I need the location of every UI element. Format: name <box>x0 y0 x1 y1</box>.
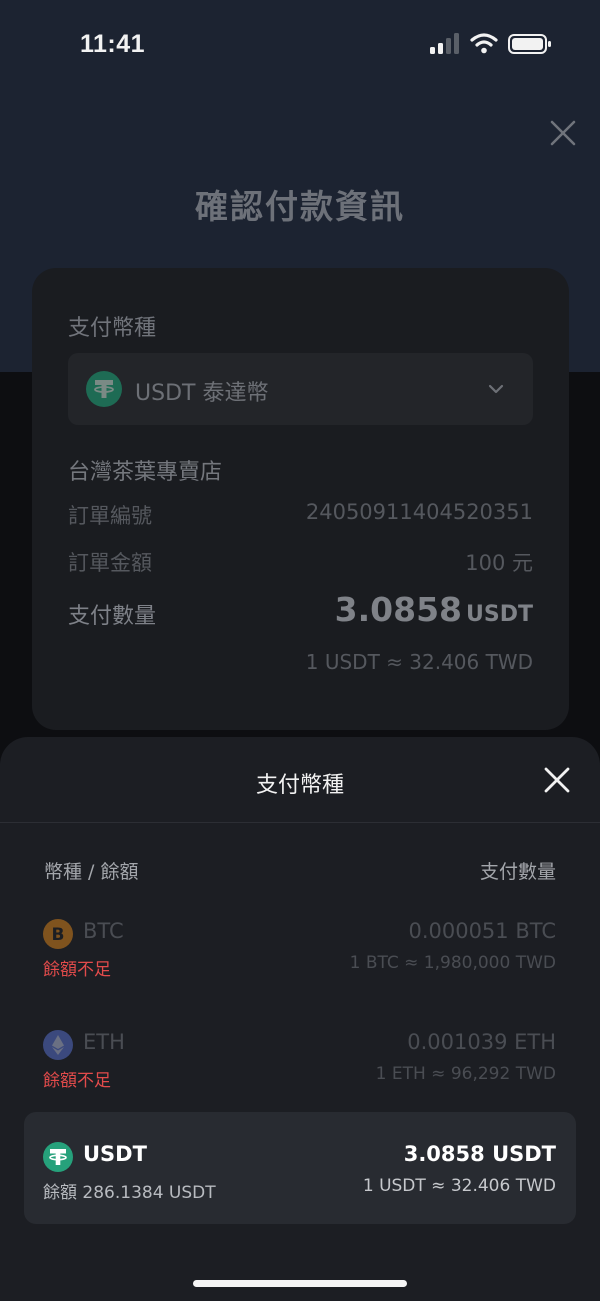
coin-rate: 1 ETH ≈ 96,292 TWD <box>375 1064 556 1084</box>
exchange-rate: 1 USDT ≈ 32.406 TWD <box>305 650 533 674</box>
coin-option-usdt[interactable]: USDT 餘額 286.1384 USDT 3.0858 USDT 1 USDT… <box>24 1112 576 1224</box>
order-number-label: 訂單編號 <box>68 504 152 528</box>
page-title: 確認付款資訊 <box>195 187 405 226</box>
insufficient-balance-label: 餘額不足 <box>43 960 111 980</box>
home-indicator[interactable] <box>193 1280 407 1287</box>
coin-name: USDT <box>83 1142 147 1166</box>
tether-icon <box>43 1142 73 1172</box>
coin-rate: 1 BTC ≈ 1,980,000 TWD <box>349 953 556 973</box>
bitcoin-icon: B <box>43 919 73 949</box>
close-icon[interactable] <box>542 765 572 795</box>
coin-balance: 餘額 286.1384 USDT <box>43 1183 216 1203</box>
pay-quantity-number: 3.0858 <box>334 590 463 629</box>
coin-option-btc[interactable]: B BTC 餘額不足 0.000051 BTC 1 BTC ≈ 1,980,00… <box>24 889 576 1001</box>
coin-rate: 1 USDT ≈ 32.406 TWD <box>362 1176 556 1196</box>
column-header-currency: 幣種 / 餘額 <box>44 861 139 883</box>
coin-option-eth[interactable]: ETH 餘額不足 0.001039 ETH 1 ETH ≈ 96,292 TWD <box>24 1000 576 1112</box>
order-amount-value: 100 元 <box>465 551 533 575</box>
battery-icon <box>508 34 551 54</box>
payment-info-card: 支付幣種 USDT 泰達幣 台灣茶葉專賣店 訂單編號 2405091140452… <box>32 268 569 730</box>
divider <box>0 822 600 823</box>
column-header-quantity: 支付數量 <box>479 861 556 883</box>
insufficient-balance-label: 餘額不足 <box>43 1071 111 1091</box>
coin-name: BTC <box>83 919 124 943</box>
wifi-icon <box>470 33 498 54</box>
coin-name: ETH <box>83 1030 125 1054</box>
pay-quantity-unit: USDT <box>466 602 533 627</box>
currency-select-value: USDT 泰達幣 <box>135 381 269 406</box>
chevron-down-icon <box>488 384 504 394</box>
tether-icon <box>86 371 122 407</box>
order-number-value: 24050911404520351 <box>305 500 533 524</box>
svg-text:B: B <box>52 925 65 945</box>
ethereum-icon <box>43 1030 73 1060</box>
coin-pay-amount: 0.001039 ETH <box>407 1030 556 1054</box>
status-time: 11:41 <box>80 30 146 58</box>
close-icon[interactable] <box>548 118 578 148</box>
currency-select[interactable]: USDT 泰達幣 <box>68 353 533 425</box>
pay-quantity-value: 3.0858 USDT <box>335 590 533 629</box>
merchant-name: 台灣茶葉專賣店 <box>68 460 223 485</box>
pay-quantity-label: 支付數量 <box>68 604 157 629</box>
sheet-title: 支付幣種 <box>255 773 344 798</box>
coin-pay-amount: 0.000051 BTC <box>408 919 556 943</box>
order-amount-label: 訂單金額 <box>68 551 152 575</box>
coin-pay-amount: 3.0858 USDT <box>403 1142 556 1166</box>
currency-bottom-sheet: 支付幣種 幣種 / 餘額 支付數量 B BTC 餘額不足 0.000051 BT… <box>0 737 600 1301</box>
currency-label: 支付幣種 <box>68 316 157 341</box>
status-bar: 11:41 <box>0 0 600 90</box>
signal-icon <box>430 33 459 54</box>
